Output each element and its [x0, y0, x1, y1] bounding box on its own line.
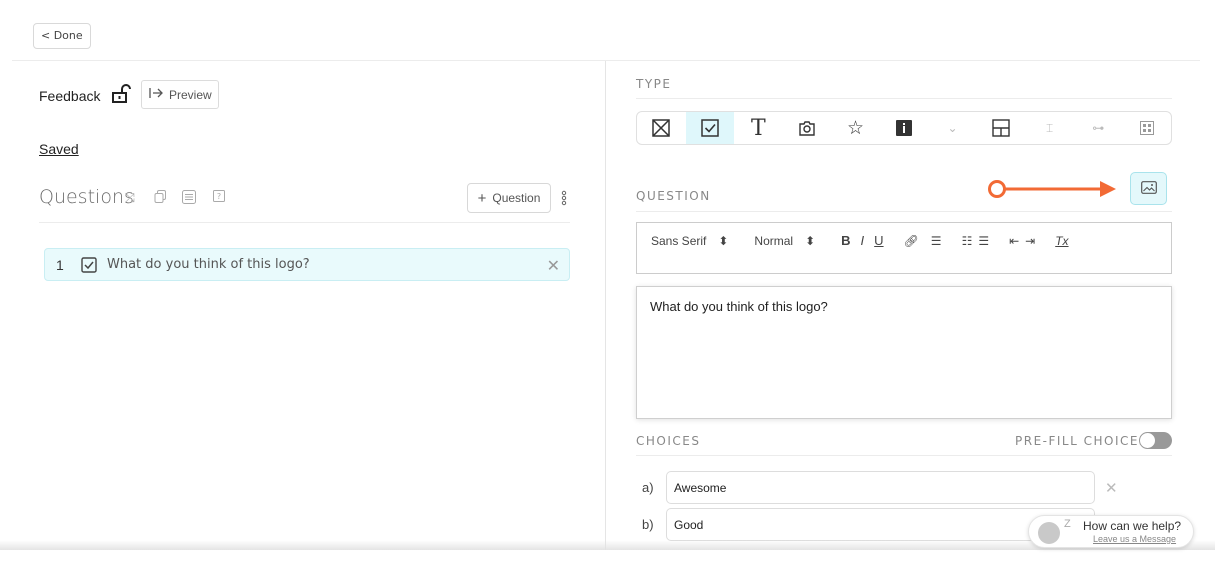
preview-icon	[149, 87, 163, 102]
question-type-bar: T ☆ ⌄ ⌶ ⊶	[636, 111, 1172, 145]
question-text: What do you think of this logo?	[107, 257, 310, 272]
info-type-icon[interactable]	[880, 112, 929, 144]
toggle-knob	[1140, 433, 1155, 448]
chevrons-down-icon[interactable]: ⌄	[928, 112, 977, 144]
image-icon	[1140, 180, 1157, 197]
none-type-icon[interactable]	[637, 112, 686, 144]
text-cursor-icon[interactable]: ⌶	[1025, 112, 1074, 144]
list-icon[interactable]	[181, 190, 197, 206]
question-divider	[636, 211, 1172, 212]
footer-strip	[0, 550, 1215, 567]
font-size-value: Normal	[754, 233, 794, 248]
select-arrows-icon: ⬍	[805, 233, 816, 248]
question-editor[interactable]: What do you think of this logo?	[636, 286, 1172, 419]
copy-icon[interactable]	[152, 190, 168, 206]
choice-letter: a)	[642, 480, 654, 495]
layout-type-icon[interactable]	[977, 112, 1026, 144]
add-image-button[interactable]	[1130, 172, 1167, 205]
question-list-item[interactable]: 1 What do you think of this logo? ✕	[44, 248, 570, 281]
italic-button[interactable]: I	[861, 233, 865, 248]
done-button[interactable]: < Done	[33, 23, 91, 49]
rich-text-toolbar: Sans Serif ⬍ Normal ⬍ B I U 🔗︎ ☰ ☷ ☰ ⇤ ⇥…	[636, 222, 1172, 274]
survey-title: Feedback	[39, 88, 101, 104]
choice-row: b) Good	[642, 508, 1095, 541]
choices-divider	[636, 455, 1172, 456]
link-icon[interactable]: 🔗︎	[904, 234, 919, 248]
align-icon[interactable]: ☰	[931, 234, 942, 248]
saved-link[interactable]: Saved	[39, 141, 79, 157]
outdent-icon[interactable]: ⇤	[1009, 234, 1019, 248]
prefill-toggle[interactable]	[1139, 432, 1172, 449]
chat-subtitle[interactable]: Leave us a Message	[1093, 534, 1176, 544]
indent-icon[interactable]: ⇥	[1025, 234, 1035, 248]
select-arrows-icon: ⬍	[718, 233, 729, 248]
choice-letter: b)	[642, 517, 654, 532]
left-pane: Feedback Preview Saved Questions ⤨ ? + Q…	[12, 61, 605, 550]
checkbox-type-icon	[81, 256, 97, 273]
underline-button[interactable]: U	[874, 233, 883, 248]
add-question-label: Question	[492, 191, 541, 205]
slider-type-icon[interactable]: ⊶	[1074, 112, 1123, 144]
top-bar: < Done	[0, 0, 1215, 61]
camera-type-icon[interactable]	[783, 112, 832, 144]
choices-label: CHOICES	[636, 434, 701, 448]
checkbox-type-icon[interactable]	[685, 112, 735, 144]
chat-title: How can we help?	[1083, 519, 1182, 533]
unlock-icon[interactable]	[110, 83, 132, 105]
preview-button[interactable]: Preview	[141, 80, 219, 109]
arrow-annotation	[988, 180, 1116, 198]
shuffle-icon[interactable]: ⤨	[122, 190, 138, 206]
ordered-list-icon[interactable]: ☷	[962, 234, 973, 248]
type-label: TYPE	[636, 77, 672, 91]
delete-question-icon[interactable]: ✕	[547, 256, 560, 276]
bullet-list-icon[interactable]: ☰	[978, 234, 989, 248]
question-number: 1	[56, 256, 64, 273]
preview-label: Preview	[169, 87, 212, 102]
chat-widget[interactable]: Z How can we help? Leave us a Message	[1028, 515, 1194, 548]
clear-format-button[interactable]: Tx	[1055, 234, 1068, 248]
font-family-value: Sans Serif	[651, 233, 707, 248]
choice-input[interactable]: Awesome	[666, 471, 1095, 504]
questions-divider	[39, 222, 570, 223]
add-question-button[interactable]: + Question	[467, 183, 551, 213]
choice-row: a) Awesome ✕	[642, 471, 1118, 504]
question-label: QUESTION	[636, 189, 711, 203]
prefill-label: PRE-FILL CHOICES?	[1015, 434, 1156, 448]
questions-heading: Questions	[39, 186, 134, 208]
question-editor-text: What do you think of this logo?	[650, 299, 828, 314]
font-family-select[interactable]: Sans Serif ⬍	[651, 234, 728, 248]
font-size-select[interactable]: Normal ⬍	[754, 234, 815, 248]
bold-button[interactable]: B	[841, 233, 850, 248]
text-type-icon[interactable]: T	[734, 112, 783, 144]
chat-sleep-indicator: Z	[1064, 518, 1071, 530]
remove-choice-icon[interactable]: ✕	[1105, 479, 1118, 497]
grid-type-icon[interactable]	[1122, 112, 1171, 144]
chat-avatar	[1038, 522, 1060, 544]
help-icon[interactable]: ?	[211, 190, 227, 206]
right-pane: TYPE T ☆ ⌄ ⌶ ⊶ QUESTION Sans Serif ⬍ Nor…	[606, 61, 1215, 550]
more-options-icon[interactable]	[560, 189, 568, 207]
star-type-icon[interactable]: ☆	[831, 112, 880, 144]
plus-icon: +	[477, 189, 487, 207]
type-divider	[636, 98, 1172, 99]
svg-text:?: ?	[217, 192, 221, 201]
